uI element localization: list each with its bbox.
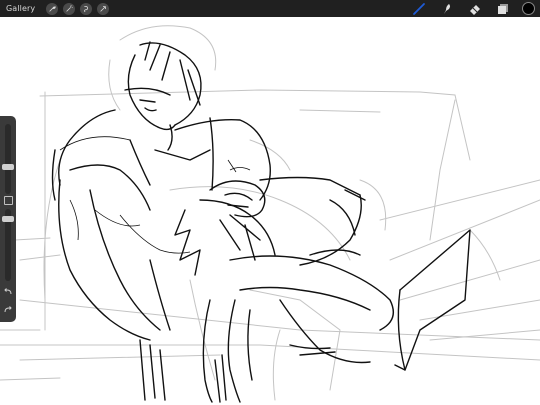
drawing-canvas[interactable]	[0, 0, 540, 405]
smudge-icon[interactable]	[440, 2, 454, 16]
transform-icon[interactable]	[97, 2, 110, 15]
redo-icon[interactable]	[3, 306, 13, 314]
layers-icon[interactable]	[496, 2, 510, 16]
wrench-icon[interactable]	[46, 2, 59, 15]
brush-icon[interactable]	[412, 2, 426, 16]
left-sidebar	[0, 116, 16, 322]
color-picker-button[interactable]	[522, 2, 535, 15]
brush-size-slider[interactable]	[5, 124, 11, 194]
eraser-icon[interactable]	[468, 2, 482, 16]
magic-wand-icon[interactable]	[63, 2, 76, 15]
selection-icon[interactable]	[80, 2, 93, 15]
undo-icon[interactable]	[3, 288, 13, 296]
brush-size-thumb[interactable]	[2, 164, 14, 170]
modify-icon[interactable]	[4, 196, 13, 205]
opacity-thumb[interactable]	[2, 216, 14, 222]
gallery-button[interactable]: Gallery	[6, 4, 35, 13]
right-toolbar	[398, 0, 535, 17]
top-toolbar: Gallery	[0, 0, 540, 17]
